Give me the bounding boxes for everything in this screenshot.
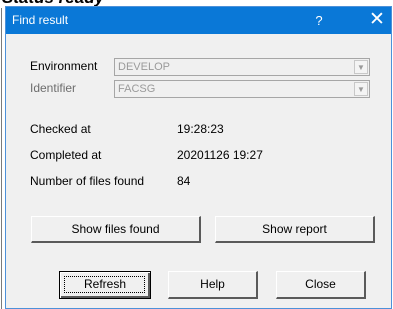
- help-icon[interactable]: ?: [304, 10, 334, 31]
- show-report-button[interactable]: Show report: [215, 216, 375, 243]
- environment-value: DEVELOP: [118, 61, 170, 73]
- chevron-down-icon[interactable]: ▼: [354, 60, 368, 74]
- checked-at-label: Checked at: [30, 122, 91, 136]
- completed-at-label: Completed at: [30, 148, 102, 162]
- identifier-select[interactable]: FACSG ▼: [114, 80, 370, 98]
- find-result-dialog: Find result ? ✕ Environment DEVELOP ▼ Id…: [5, 6, 392, 309]
- identifier-label: Identifier: [30, 81, 77, 95]
- files-found-value: 84: [177, 174, 191, 188]
- identifier-value: FACSG: [118, 83, 156, 95]
- close-icon[interactable]: ✕: [363, 9, 391, 32]
- show-files-found-button[interactable]: Show files found: [31, 216, 201, 243]
- background-divider: [1, 8, 2, 309]
- environment-label: Environment: [30, 59, 98, 73]
- completed-at-value: 20201126 19:27: [177, 148, 263, 162]
- window-title: Find result: [12, 13, 69, 27]
- refresh-button[interactable]: Refresh: [59, 271, 151, 299]
- files-found-label: Number of files found: [30, 174, 145, 188]
- environment-select[interactable]: DEVELOP ▼: [114, 58, 370, 76]
- title-bar[interactable]: Find result ? ✕: [6, 7, 391, 34]
- chevron-down-icon[interactable]: ▼: [354, 82, 368, 96]
- close-button[interactable]: Close: [276, 271, 366, 299]
- help-button[interactable]: Help: [168, 271, 258, 299]
- checked-at-value: 19:28:23: [177, 122, 224, 136]
